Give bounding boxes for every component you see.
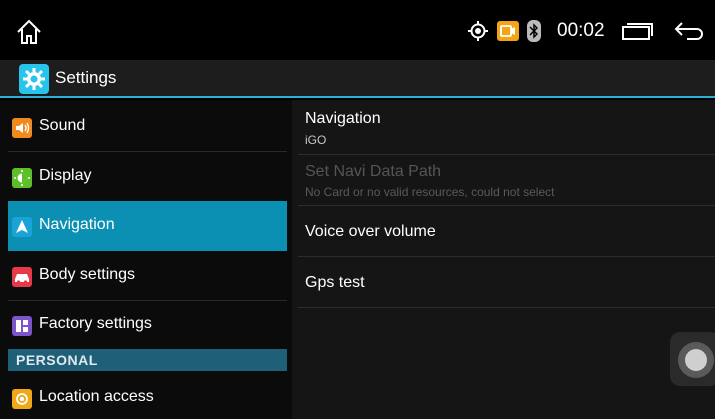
status-time: 00:02 bbox=[557, 20, 605, 41]
location-access-icon bbox=[12, 389, 32, 409]
title-bar: Settings bbox=[0, 60, 715, 98]
navigation-icon bbox=[12, 217, 32, 237]
sound-icon bbox=[12, 118, 32, 138]
factory-settings-icon bbox=[12, 316, 32, 336]
assistive-touch-icon bbox=[678, 342, 714, 378]
sidebar-item-label: Factory settings bbox=[39, 315, 152, 332]
home-icon[interactable] bbox=[14, 17, 44, 47]
pref-title: Navigation bbox=[305, 110, 381, 127]
recents-icon[interactable] bbox=[621, 22, 653, 40]
page-title: Settings bbox=[55, 68, 117, 87]
sidebar-item-label: Navigation bbox=[39, 216, 115, 233]
pref-title: Gps test bbox=[305, 274, 365, 291]
settings-sidebar: Sound Display Navigation Body settings F… bbox=[0, 100, 292, 419]
pref-summary: No Card or no valid resources, could not… bbox=[305, 185, 555, 199]
sidebar-item-sound[interactable]: Sound bbox=[8, 102, 287, 152]
pref-navigation-app[interactable]: Navigation iGO bbox=[298, 100, 715, 155]
gps-icon bbox=[467, 20, 489, 42]
bluetooth-icon bbox=[527, 20, 541, 42]
floating-assistive-button[interactable] bbox=[670, 332, 715, 386]
sidebar-item-factory-settings[interactable]: Factory settings bbox=[8, 300, 287, 350]
pref-set-navi-data-path: Set Navi Data Path No Card or no valid r… bbox=[298, 155, 715, 206]
pref-title: Voice over volume bbox=[305, 223, 436, 240]
pref-summary: iGO bbox=[305, 133, 327, 147]
sidebar-item-label: Display bbox=[39, 167, 92, 184]
assistive-touch-icon-inner bbox=[685, 349, 707, 371]
display-icon bbox=[12, 168, 32, 188]
section-header-personal: PERSONAL bbox=[8, 349, 287, 371]
sidebar-item-label: Sound bbox=[39, 117, 86, 134]
sidebar-item-display[interactable]: Display bbox=[8, 152, 287, 202]
camera-icon bbox=[497, 21, 519, 41]
sidebar-item-location-access[interactable]: Location access bbox=[8, 373, 287, 419]
sidebar-item-label: Location access bbox=[39, 388, 154, 405]
section-header-label: PERSONAL bbox=[16, 352, 98, 368]
pref-gps-test[interactable]: Gps test bbox=[298, 257, 715, 308]
sidebar-item-navigation[interactable]: Navigation bbox=[8, 201, 287, 251]
pref-voice-over-volume[interactable]: Voice over volume bbox=[298, 206, 715, 257]
pref-title: Set Navi Data Path bbox=[305, 163, 442, 180]
navigation-settings-pane: Navigation iGO Set Navi Data Path No Car… bbox=[292, 100, 715, 419]
back-icon[interactable] bbox=[673, 19, 705, 43]
settings-gear-icon bbox=[19, 64, 49, 94]
body-settings-icon bbox=[12, 267, 32, 287]
sidebar-item-label: Body settings bbox=[39, 266, 136, 283]
sidebar-item-body-settings[interactable]: Body settings bbox=[8, 251, 287, 301]
status-bar: 00:02 bbox=[0, 0, 715, 60]
